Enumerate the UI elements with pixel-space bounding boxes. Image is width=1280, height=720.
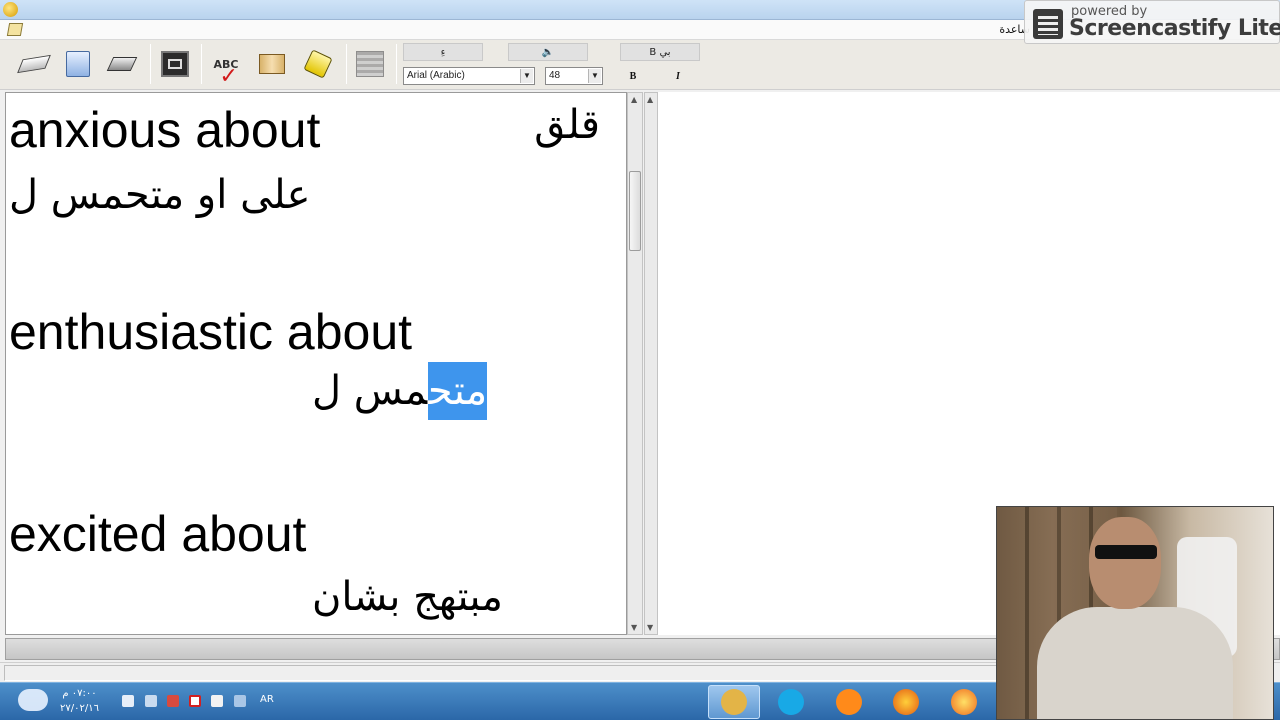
chevron-down-icon[interactable]: ▼ (520, 69, 533, 83)
clock-time: ٠٧:٠٠ م (62, 688, 97, 699)
taskbar-app-editor[interactable] (708, 685, 760, 719)
weather-icon[interactable] (18, 689, 48, 711)
network-icon[interactable] (145, 695, 157, 707)
watermark-brand: Screencastify Lite (1069, 16, 1280, 41)
editor-line-english: excited about (9, 506, 307, 562)
editor-line-arabic: على او متحمس ل (9, 172, 311, 218)
calculator-button[interactable] (350, 44, 390, 84)
scroll-up-icon[interactable]: ▲ (647, 95, 653, 104)
font-name-select[interactable]: Arial (Arabic) ▼ (403, 67, 535, 85)
eraser-icon (17, 54, 51, 74)
app-icon[interactable] (3, 2, 18, 17)
format-header-sound[interactable]: 🔈 (508, 43, 588, 61)
editor-line-arabic: متحمس ل (312, 362, 488, 420)
calculator-icon (356, 51, 384, 77)
format-header-tashkeel[interactable]: ءِ (403, 43, 483, 61)
selected-text[interactable]: متح (427, 362, 488, 420)
scroll-up-icon[interactable]: ▲ (631, 95, 637, 104)
document-icon[interactable] (6, 23, 24, 36)
editor-pane[interactable]: anxious about قلق على او متحمس ل enthusi… (5, 92, 627, 635)
taskbar-app-firefox[interactable] (880, 685, 932, 719)
disk-icon (106, 57, 138, 71)
app-logo-icon (721, 689, 747, 715)
taskbar-app-browser[interactable] (938, 685, 990, 719)
screen-icon (161, 51, 189, 77)
format-header-bold[interactable]: B بي (620, 43, 700, 61)
open-button[interactable] (58, 44, 98, 84)
browser-icon (951, 689, 977, 715)
editor-line-arabic: قلق (534, 102, 600, 148)
new-document-button[interactable] (14, 44, 54, 84)
editor-line-arabic: مبتهج بشان (312, 574, 503, 620)
save-button[interactable] (102, 44, 142, 84)
scroll-down-icon[interactable]: ▼ (631, 623, 637, 632)
book-icon (259, 54, 285, 74)
toolbar-separator (201, 44, 202, 84)
toolbar: ABC ✓ ءِ 🔈 B بي Arial (Arabic) ▼ 48 ▼ B I (0, 40, 1280, 90)
italic-button[interactable]: I (668, 67, 688, 85)
format-paint-button[interactable] (298, 44, 338, 84)
spellcheck-button[interactable]: ABC ✓ (206, 44, 246, 89)
dictionary-button[interactable] (252, 44, 292, 84)
scroll-down-icon[interactable]: ▼ (647, 623, 653, 632)
taskbar-app-skype[interactable] (765, 685, 817, 719)
chevron-down-icon[interactable]: ▼ (588, 69, 601, 83)
film-icon (1033, 9, 1063, 39)
flag-icon[interactable] (211, 695, 223, 707)
toolbar-separator (150, 44, 151, 84)
bold-button[interactable]: B (623, 67, 643, 85)
folder-icon (66, 51, 90, 77)
taskbar-app-media[interactable] (823, 685, 875, 719)
skype-icon (778, 689, 804, 715)
clock-date: ٢٧/٠٢/١٦ (60, 703, 99, 714)
font-size-select[interactable]: 48 ▼ (545, 67, 603, 85)
language-indicator[interactable]: AR (260, 694, 274, 705)
tray-arrow-icon[interactable] (234, 695, 246, 707)
font-size-value: 48 (549, 70, 561, 81)
toolbar-separator (346, 44, 347, 84)
security-icon[interactable] (167, 695, 179, 707)
webcam-person-glasses (1095, 545, 1157, 559)
screen-button[interactable] (155, 44, 195, 84)
paint-icon (303, 49, 333, 79)
firefox-icon (893, 689, 919, 715)
screencastify-watermark: powered by Screencastify Lite (1024, 0, 1280, 44)
speaker-icon[interactable] (122, 695, 134, 707)
secondary-vertical-scrollbar[interactable]: ▲ ▼ (644, 92, 658, 635)
spellcheck-icon: ABC ✓ (213, 57, 239, 89)
scrollbar-thumb[interactable] (629, 171, 641, 251)
editor-line-english: enthusiastic about (9, 304, 413, 360)
webcam-overlay (996, 506, 1274, 720)
editor-line-english: anxious about (9, 102, 321, 158)
editor-vertical-scrollbar[interactable]: ▲ ▼ (627, 92, 643, 635)
adobe-icon[interactable] (189, 695, 201, 707)
toolbar-separator (396, 44, 397, 84)
unselected-text: مس ل (312, 368, 428, 414)
media-player-icon (836, 689, 862, 715)
taskbar-clock[interactable]: ٠٧:٠٠ م ٢٧/٠٢/١٦ (60, 686, 99, 716)
webcam-person-shirt (1037, 607, 1233, 719)
webcam-person-head (1089, 517, 1161, 609)
font-name-value: Arial (Arabic) (407, 70, 465, 81)
